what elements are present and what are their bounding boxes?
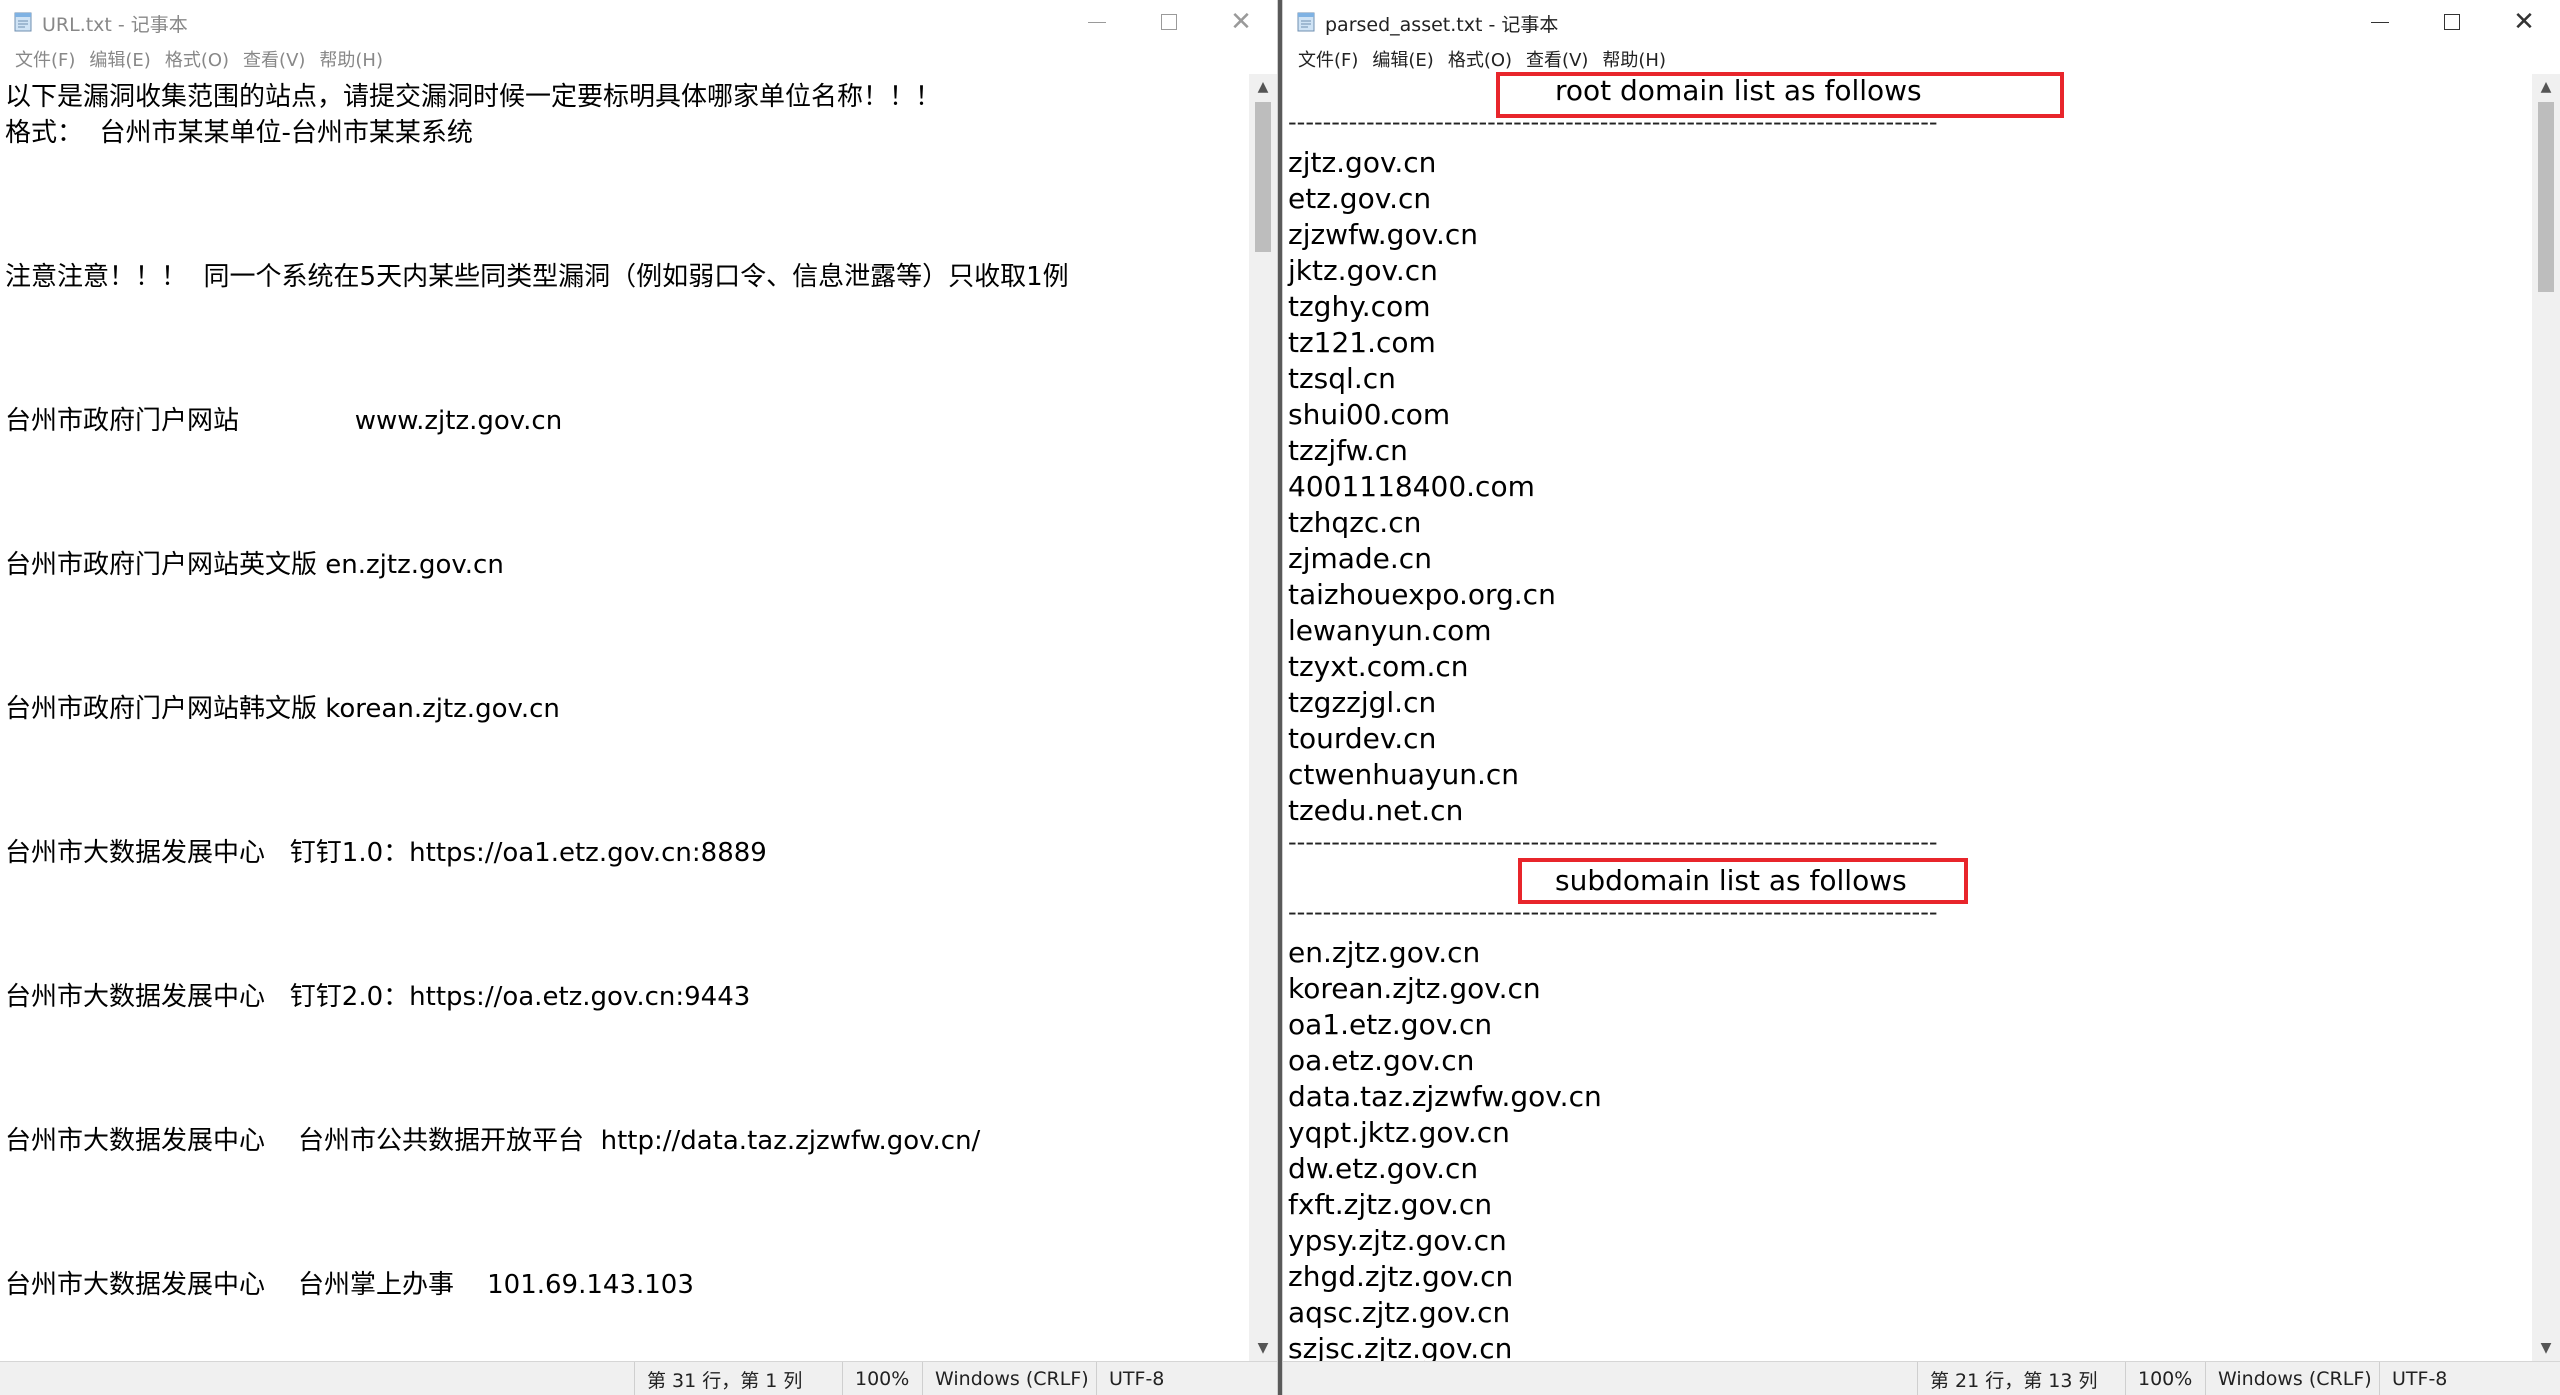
vertical-scrollbar[interactable]: ▲ ▼: [2532, 74, 2560, 1361]
cursor-position: 第 31 行，第 1 列: [634, 1362, 842, 1395]
line-ending: Windows (CRLF): [922, 1362, 1096, 1395]
maximize-icon: [1161, 14, 1177, 30]
subdomain-item: szjsc.zjtz.gov.cn: [1288, 1332, 1513, 1361]
menu-help[interactable]: 帮助(H): [312, 46, 390, 72]
scroll-down-icon[interactable]: ▼: [2532, 1335, 2560, 1361]
root-domain-item: etz.gov.cn: [1288, 182, 1432, 215]
text-line: 以下是漏洞收集范围的站点，请提交漏洞时候一定要标明具体哪家单位名称！！！: [5, 82, 942, 112]
subdomain-item: fxft.zjtz.gov.cn: [1288, 1188, 1493, 1221]
root-domain-item: tzsql.cn: [1288, 362, 1396, 395]
root-domain-item: zjtz.gov.cn: [1288, 146, 1437, 179]
subdomain-item: data.taz.zjzwfw.gov.cn: [1288, 1080, 1602, 1113]
scroll-thumb[interactable]: [1255, 102, 1271, 252]
root-header-highlight: [1496, 72, 2064, 118]
root-domain-item: tzyxt.com.cn: [1288, 650, 1469, 683]
text-line: 台州市大数据发展中心 台州掌上办事 101.69.143.103: [5, 1270, 694, 1300]
root-domain-item: tzghy.com: [1288, 290, 1431, 323]
root-domain-item: tzzjfw.cn: [1288, 434, 1408, 467]
root-domain-item: lewanyun.com: [1288, 614, 1492, 647]
menu-edit[interactable]: 编辑(E): [82, 46, 157, 72]
subdomain-header-highlight: [1518, 858, 1968, 904]
text-line: 台州市政府门户网站 www.zjtz.gov.cn: [5, 406, 563, 436]
close-button[interactable]: ✕: [2488, 0, 2560, 44]
menu-bar: 文件(F) 编辑(E) 格式(O) 查看(V) 帮助(H): [0, 44, 1277, 74]
root-domain-item: tz121.com: [1288, 326, 1436, 359]
root-domain-item: tzedu.net.cn: [1288, 794, 1464, 827]
close-button[interactable]: ✕: [1205, 0, 1277, 44]
menu-file[interactable]: 文件(F): [8, 46, 82, 72]
root-domain-item: tourdev.cn: [1288, 722, 1437, 755]
notepad-icon: [14, 12, 32, 32]
subdomain-item: ypsy.zjtz.gov.cn: [1288, 1224, 1507, 1257]
text-editor[interactable]: root domain list as follows -------------…: [1283, 74, 2532, 1361]
menu-file[interactable]: 文件(F): [1291, 46, 1365, 72]
minimize-icon: [1088, 21, 1106, 23]
subdomain-item: oa.etz.gov.cn: [1288, 1044, 1475, 1077]
zoom-level: 100%: [2125, 1362, 2205, 1395]
root-domain-item: taizhouexpo.org.cn: [1288, 578, 1556, 611]
notepad-icon: [1297, 12, 1315, 32]
subdomain-item: oa1.etz.gov.cn: [1288, 1008, 1493, 1041]
zoom-level: 100%: [842, 1362, 922, 1395]
subdomain-item: zhgd.zjtz.gov.cn: [1288, 1260, 1514, 1293]
encoding: UTF-8: [2379, 1362, 2539, 1395]
menu-view[interactable]: 查看(V): [1519, 46, 1595, 72]
root-domain-item: zjzwfw.gov.cn: [1288, 218, 1479, 251]
window-title: URL.txt - 记事本: [42, 14, 188, 36]
text-line: 台州市大数据发展中心 钉钉2.0：https://oa.etz.gov.cn:9…: [5, 982, 751, 1012]
text-line: 台州市政府门户网站英文版 en.zjtz.gov.cn: [5, 550, 504, 580]
window-title: parsed_asset.txt - 记事本: [1325, 14, 1559, 36]
encoding: UTF-8: [1096, 1362, 1256, 1395]
scroll-up-icon[interactable]: ▲: [1249, 74, 1277, 100]
menu-bar: 文件(F) 编辑(E) 格式(O) 查看(V) 帮助(H): [1283, 44, 2560, 74]
menu-edit[interactable]: 编辑(E): [1365, 46, 1440, 72]
root-domain-item: tzgzzjgl.cn: [1288, 686, 1437, 719]
root-domain-item: jktz.gov.cn: [1288, 254, 1438, 287]
minimize-icon: [2371, 21, 2389, 23]
subdomain-item: dw.etz.gov.cn: [1288, 1152, 1479, 1185]
maximize-button[interactable]: [1133, 0, 1205, 44]
subdomain-item: yqpt.jktz.gov.cn: [1288, 1116, 1510, 1149]
root-domain-item: shui00.com: [1288, 398, 1451, 431]
minimize-button[interactable]: [1061, 0, 1133, 44]
notepad-window-parsed-asset: parsed_asset.txt - 记事本 ✕ 文件(F) 编辑(E) 格式(…: [1282, 0, 2560, 1395]
close-icon: ✕: [2513, 7, 2535, 37]
root-domain-item: 4001118400.com: [1288, 470, 1535, 503]
maximize-icon: [2444, 14, 2460, 30]
title-bar[interactable]: parsed_asset.txt - 记事本 ✕: [1283, 0, 2560, 44]
minimize-button[interactable]: [2344, 0, 2416, 44]
notepad-window-url: URL.txt - 记事本 ✕ 文件(F) 编辑(E) 格式(O) 查看(V) …: [0, 0, 1278, 1395]
root-domain-item: zjmade.cn: [1288, 542, 1432, 575]
text-line: 台州市政府门户网站韩文版 korean.zjtz.gov.cn: [5, 694, 560, 724]
title-bar[interactable]: URL.txt - 记事本 ✕: [0, 0, 1277, 44]
root-domain-item: ctwenhuayun.cn: [1288, 758, 1519, 791]
line-ending: Windows (CRLF): [2205, 1362, 2379, 1395]
status-bar: 第 31 行，第 1 列 100% Windows (CRLF) UTF-8: [0, 1361, 1277, 1395]
cursor-position: 第 21 行，第 13 列: [1917, 1362, 2125, 1395]
close-icon: ✕: [1230, 7, 1252, 37]
scroll-thumb[interactable]: [2538, 102, 2554, 292]
separator-line: ----------------------------------------…: [1288, 828, 1938, 856]
menu-view[interactable]: 查看(V): [236, 46, 312, 72]
status-bar: 第 21 行，第 13 列 100% Windows (CRLF) UTF-8: [1283, 1361, 2560, 1395]
text-line: 格式： 台州市某某单位-台州市某某系统: [5, 118, 473, 148]
maximize-button[interactable]: [2416, 0, 2488, 44]
text-line: 台州市大数据发展中心 钉钉1.0：https://oa1.etz.gov.cn:…: [5, 838, 767, 868]
menu-help[interactable]: 帮助(H): [1595, 46, 1673, 72]
menu-format[interactable]: 格式(O): [158, 46, 236, 72]
scroll-up-icon[interactable]: ▲: [2532, 74, 2560, 100]
scroll-down-icon[interactable]: ▼: [1249, 1335, 1277, 1361]
text-line: 台州市大数据发展中心 台州市公共数据开放平台 http://data.taz.z…: [5, 1126, 981, 1156]
text-line: 注意注意！！！ 同一个系统在5天内某些同类型漏洞（例如弱口令、信息泄露等）只收取…: [5, 262, 1069, 292]
subdomain-item: aqsc.zjtz.gov.cn: [1288, 1296, 1511, 1329]
vertical-scrollbar[interactable]: ▲ ▼: [1249, 74, 1277, 1361]
subdomain-item: en.zjtz.gov.cn: [1288, 936, 1481, 969]
text-editor[interactable]: 以下是漏洞收集范围的站点，请提交漏洞时候一定要标明具体哪家单位名称！！！ 格式：…: [0, 74, 1249, 1361]
root-domain-item: tzhqzc.cn: [1288, 506, 1422, 539]
subdomain-item: korean.zjtz.gov.cn: [1288, 972, 1541, 1005]
menu-format[interactable]: 格式(O): [1441, 46, 1519, 72]
